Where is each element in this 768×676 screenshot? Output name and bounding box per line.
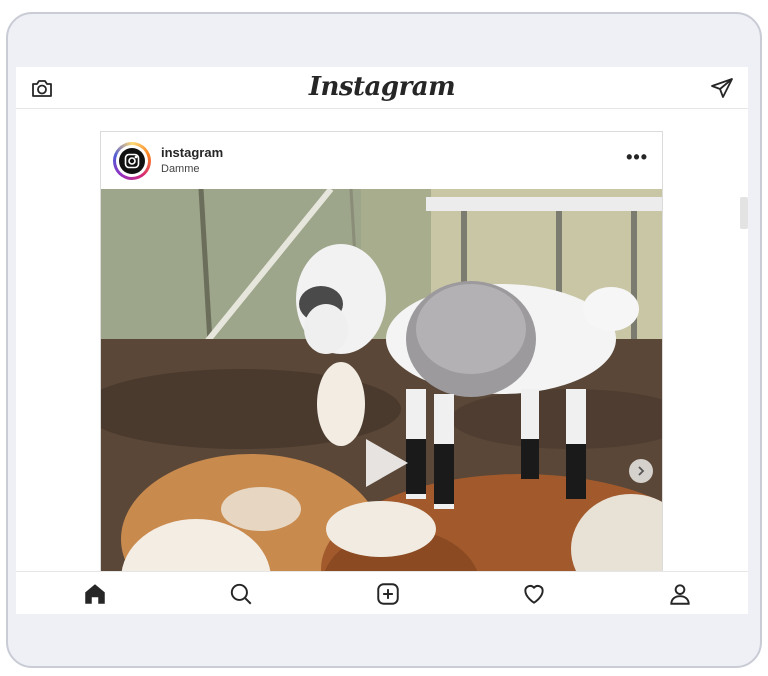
post-header: instagram Damme •••: [101, 132, 662, 189]
scrollbar[interactable]: [740, 197, 748, 229]
chevron-right-icon[interactable]: [629, 459, 653, 483]
search-icon[interactable]: [228, 581, 254, 607]
post-username[interactable]: instagram: [161, 145, 223, 160]
device-frame: Instagram instagram Damme •••: [6, 12, 762, 668]
play-icon[interactable]: [356, 435, 412, 491]
avatar[interactable]: [113, 142, 151, 180]
video-frame: [101, 189, 662, 614]
feed-post: instagram Damme •••: [100, 131, 663, 614]
home-icon[interactable]: [82, 581, 108, 607]
instagram-logo: Instagram: [308, 72, 456, 102]
more-options-icon[interactable]: •••: [626, 148, 648, 166]
paper-plane-icon[interactable]: [710, 76, 734, 100]
heart-icon[interactable]: [521, 581, 547, 607]
post-video[interactable]: [101, 189, 662, 614]
app-screen: Instagram instagram Damme •••: [16, 67, 748, 614]
post-location[interactable]: Damme: [161, 163, 200, 175]
profile-icon[interactable]: [667, 581, 693, 607]
instagram-logo-icon: [119, 148, 145, 174]
top-bar: Instagram: [16, 67, 748, 109]
add-post-icon[interactable]: [375, 581, 401, 607]
bottom-nav: [16, 571, 748, 614]
